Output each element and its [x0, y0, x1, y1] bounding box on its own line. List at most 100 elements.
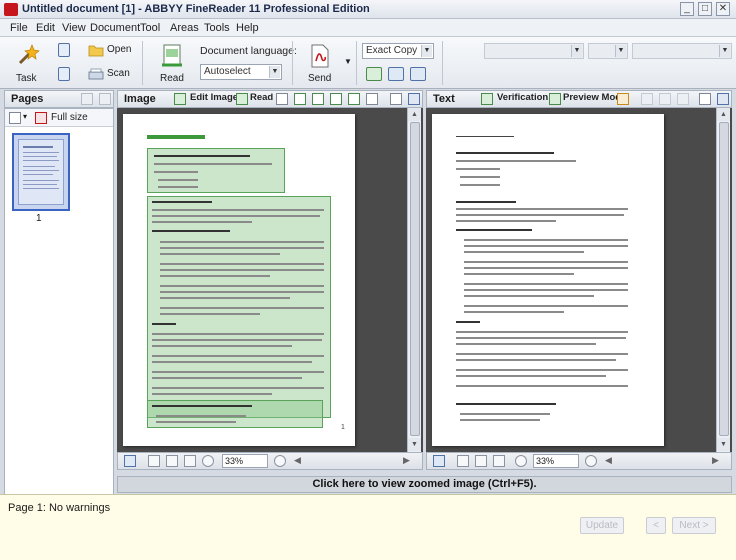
page-thumbnail[interactable]: [12, 133, 70, 211]
task-button[interactable]: Task: [10, 41, 46, 87]
background-area-icon[interactable]: [330, 93, 342, 105]
pane-layout-icon[interactable]: [717, 93, 729, 105]
main-toolbar: Task Open Scan Read Document language: A…: [0, 37, 736, 118]
menu-document[interactable]: Document: [90, 22, 140, 34]
pane-options-icon[interactable]: [699, 93, 711, 105]
fit-page-icon[interactable]: [166, 455, 178, 467]
text-view-icon[interactable]: [410, 67, 426, 81]
image-view-bottombar: 33% ◀ ▶: [117, 452, 423, 470]
picture-area-icon[interactable]: [294, 93, 306, 105]
zoom-select[interactable]: 33%: [533, 454, 579, 468]
table-area-icon[interactable]: [312, 93, 324, 105]
new-page-icon[interactable]: [9, 112, 21, 124]
zoom-out-icon[interactable]: [515, 455, 527, 467]
scroll-up-icon[interactable]: ▲: [408, 108, 421, 121]
zoom-in-icon[interactable]: [274, 455, 286, 467]
scanned-page: 1: [123, 114, 355, 446]
image-view[interactable]: 1 ▲ ▼: [117, 108, 423, 452]
edit-image-button[interactable]: Edit Image: [190, 92, 238, 106]
maximize-button[interactable]: □: [698, 2, 712, 16]
style-select[interactable]: ▼: [632, 43, 732, 59]
text-zone[interactable]: [147, 196, 331, 418]
document-language-select[interactable]: Autoselect ▼: [200, 64, 282, 80]
pane-menu-icon[interactable]: [81, 93, 93, 105]
image-scrollbar[interactable]: ▲ ▼: [407, 108, 421, 452]
scroll-up-icon[interactable]: ▲: [717, 108, 730, 121]
text-view-bottombar: 33% ◀ ▶: [426, 452, 732, 470]
menu-tool[interactable]: Tool: [140, 22, 160, 34]
menu-edit[interactable]: Edit: [36, 22, 55, 34]
chevron-down-icon: ▼: [719, 45, 730, 57]
folder-icon: [88, 45, 104, 57]
text-area-icon[interactable]: [276, 93, 288, 105]
text-scrollbar[interactable]: ▲ ▼: [716, 108, 730, 452]
send-dropdown-arrow[interactable]: ▼: [344, 57, 352, 66]
menu-file[interactable]: File: [10, 22, 28, 34]
text-view[interactable]: ▲ ▼: [426, 108, 732, 452]
read-small-icon: [236, 93, 248, 105]
chevron-down-icon: ▼: [571, 45, 582, 57]
barcode-area-icon[interactable]: [348, 93, 360, 105]
verification-button[interactable]: Verification: [497, 92, 548, 106]
spell-check-icon[interactable]: [617, 93, 629, 105]
menu-help[interactable]: Help: [236, 22, 259, 34]
pane-close-icon[interactable]: [99, 93, 111, 105]
layout-icon[interactable]: [366, 67, 382, 81]
zoom-banner[interactable]: Click here to view zoomed image (Ctrl+F5…: [117, 476, 732, 493]
thumbnail-page: [18, 139, 64, 205]
pane-nav-icon[interactable]: [433, 455, 445, 467]
page-icon[interactable]: [58, 43, 70, 57]
text-zone[interactable]: [147, 400, 323, 428]
mode-select[interactable]: Exact Copy ▼: [362, 43, 434, 59]
scroll-right-icon[interactable]: ▶: [403, 455, 410, 466]
image-pane-header: Image Edit Image Read: [117, 90, 423, 108]
previous-button[interactable]: <: [646, 517, 666, 534]
minimize-button[interactable]: _: [680, 2, 694, 16]
pane-nav-icon[interactable]: [124, 455, 136, 467]
pane-layout-icon[interactable]: [408, 93, 420, 105]
copy-icon[interactable]: [659, 93, 671, 105]
scroll-left-icon[interactable]: ◀: [294, 455, 301, 466]
toolbar-separator: [442, 41, 443, 85]
scroll-right-icon[interactable]: ▶: [712, 455, 719, 466]
window-title: Untitled document [1] - ABBYY FineReader…: [22, 3, 370, 15]
one-page-icon[interactable]: [493, 455, 505, 467]
scroll-thumb[interactable]: [410, 122, 420, 436]
document-language-label: Document language:: [200, 45, 297, 57]
read-button[interactable]: Read: [154, 41, 190, 87]
select-tool-icon[interactable]: [366, 93, 378, 105]
title-zone[interactable]: [147, 135, 205, 139]
full-size-button[interactable]: Full size: [51, 112, 88, 123]
fit-width-icon[interactable]: [457, 455, 469, 467]
image-view-icon[interactable]: [388, 67, 404, 81]
zoom-out-icon[interactable]: [202, 455, 214, 467]
page-number: 1: [36, 213, 42, 224]
zoom-select[interactable]: 33%: [222, 454, 268, 468]
close-button[interactable]: ✕: [716, 2, 730, 16]
scroll-thumb[interactable]: [719, 122, 729, 436]
fit-page-icon[interactable]: [475, 455, 487, 467]
paste-icon[interactable]: [677, 93, 689, 105]
menu-tools[interactable]: Tools: [204, 22, 230, 34]
warnings-pane: Page 1: No warnings Update < Next >: [0, 494, 736, 560]
font-size-select[interactable]: ▼: [588, 43, 628, 59]
menu-areas[interactable]: Areas: [170, 22, 199, 34]
read-page-button[interactable]: Read: [250, 92, 273, 106]
next-button[interactable]: Next >: [672, 517, 716, 534]
pages-pane: ▾ Full size 1: [4, 108, 114, 495]
scroll-left-icon[interactable]: ◀: [605, 455, 612, 466]
scroll-down-icon[interactable]: ▼: [717, 438, 730, 451]
menu-view[interactable]: View: [62, 22, 86, 34]
scroll-down-icon[interactable]: ▼: [408, 438, 421, 451]
cut-icon[interactable]: [641, 93, 653, 105]
zoom-in-icon[interactable]: [585, 455, 597, 467]
update-button[interactable]: Update: [580, 517, 624, 534]
font-name-select[interactable]: ▼: [484, 43, 584, 59]
page-icon-2[interactable]: [58, 67, 70, 81]
chevron-down-icon[interactable]: ▾: [23, 112, 27, 121]
fit-width-icon[interactable]: [148, 455, 160, 467]
send-button[interactable]: Send: [302, 41, 338, 87]
text-zone[interactable]: [147, 148, 285, 193]
pane-options-icon[interactable]: [390, 93, 402, 105]
one-page-icon[interactable]: [184, 455, 196, 467]
